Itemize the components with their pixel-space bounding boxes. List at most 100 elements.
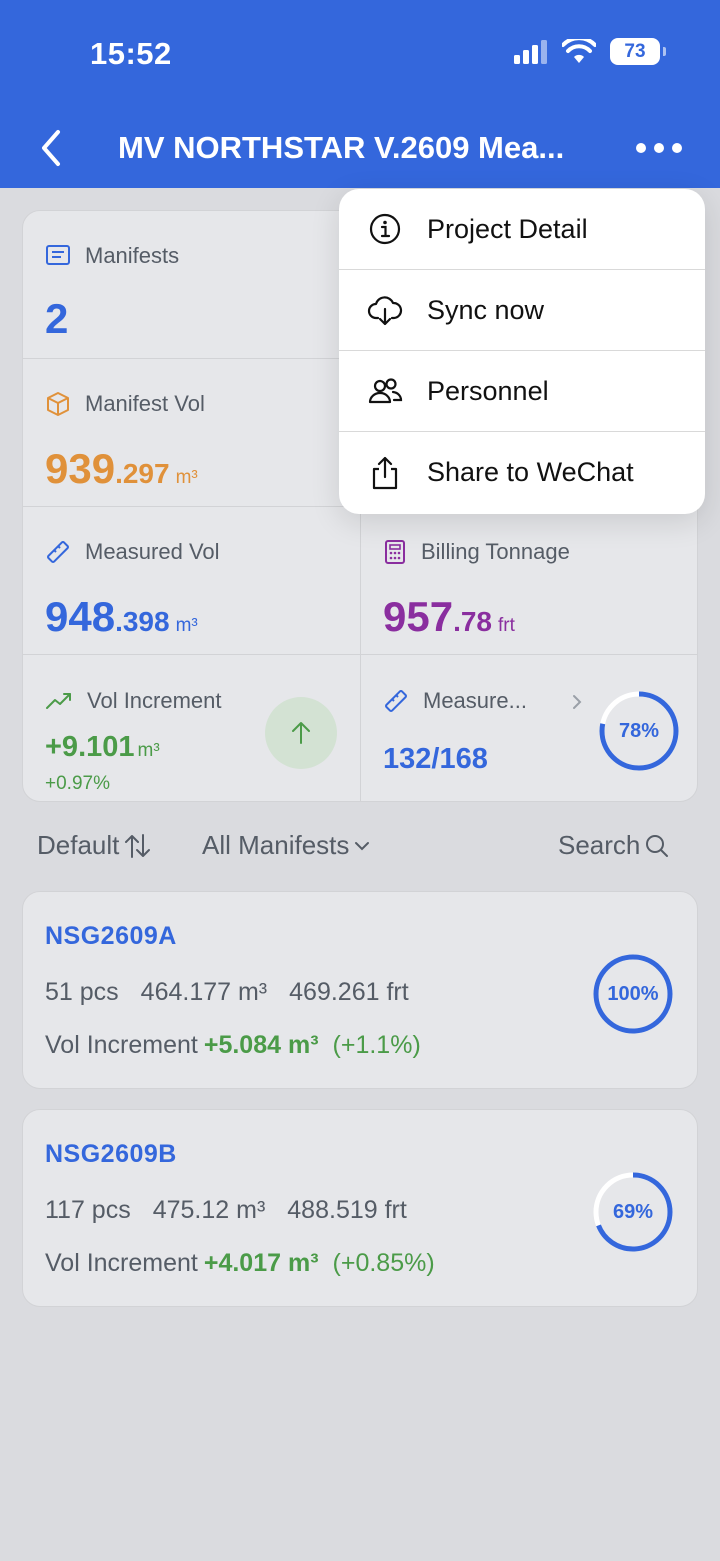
vol-increment-unit: m³ — [137, 740, 160, 761]
app-header: 15:52 73 MV NORTHSTAR V.2609 Mea... — [0, 0, 720, 188]
status-icons: 73 — [514, 38, 666, 65]
people-icon — [368, 378, 403, 404]
manifest-code: NSG2609B — [45, 1140, 177, 1168]
chevron-right-icon — [573, 695, 582, 709]
document-icon — [46, 245, 70, 265]
manifest-vol-cell: Manifest Vol 939.297 m³ — [23, 359, 361, 507]
manifest-filter-dropdown[interactable]: All Manifests — [202, 830, 371, 861]
search-icon — [646, 834, 669, 857]
manifest-vol-dec: .297 — [115, 458, 170, 489]
measure-progress-cell[interactable]: Measure... 132/168 78% — [361, 655, 697, 801]
vol-increment-number: +9.101 — [45, 731, 135, 763]
billing-tonnage-dec: .78 — [453, 606, 493, 637]
more-dot-icon — [636, 143, 646, 153]
manifest-stats: 117 pcs 475.12 m³ 488.519 frt — [45, 1196, 407, 1225]
signal-icon — [514, 39, 547, 64]
share-icon — [372, 456, 398, 489]
manifests-count-value: 2 — [45, 295, 69, 342]
manifest-frt: 488.519 frt — [287, 1196, 407, 1224]
vol-increment-cell: Vol Increment +9.101 m³ +0.97% — [23, 655, 361, 801]
manifest-progress-ring: 100% — [593, 954, 673, 1034]
manifest-vol: 475.12 m³ — [152, 1196, 266, 1224]
manifests-label: Manifests — [85, 243, 180, 268]
menu-item-personnel[interactable]: Personnel — [339, 351, 705, 432]
manifest-increment-percent: (+1.1%) — [332, 1031, 421, 1059]
manifest-increment: Vol Increment +5.084 m³ (+1.1%) — [45, 1031, 421, 1060]
more-dot-icon — [654, 143, 664, 153]
measure-progress-label-row: Measure... — [383, 688, 527, 714]
measured-vol-label: Measured Vol — [85, 539, 220, 564]
filter-bar: Default All Manifests Search — [0, 822, 720, 872]
manifest-code: NSG2609A — [45, 922, 177, 950]
sort-arrows-icon — [125, 833, 151, 858]
manifest-pcs: 117 pcs — [45, 1196, 131, 1224]
manifest-vol-unit: m³ — [175, 467, 198, 488]
menu-item-label: Share to WeChat — [427, 457, 634, 487]
arrow-up-icon — [292, 722, 310, 744]
back-button[interactable] — [36, 128, 68, 168]
chevron-down-icon — [355, 841, 370, 850]
measure-progress-count: 132/168 — [383, 743, 488, 775]
menu-item-share-wechat[interactable]: Share to WeChat — [339, 432, 705, 513]
manifest-vol-label: Manifest Vol — [85, 391, 205, 416]
ruler-icon — [47, 541, 69, 563]
billing-tonnage-unit: frt — [498, 615, 515, 636]
info-icon — [369, 213, 401, 245]
sort-label: Default — [37, 830, 120, 860]
manifests-count: 2 — [45, 295, 68, 343]
manifest-increment-value: +5.084 m³ — [203, 1031, 319, 1059]
measure-progress-percent: 78% — [618, 719, 660, 742]
search-label: Search — [558, 830, 641, 860]
measured-vol-value: 948.398 m³ — [45, 593, 198, 641]
sort-button[interactable]: Default — [37, 830, 153, 861]
manifest-increment-percent: (+0.85%) — [332, 1249, 435, 1277]
manifests-cell: Manifests 2 — [23, 211, 361, 359]
menu-item-sync-now[interactable]: Sync now — [339, 270, 705, 351]
manifest-filter-label: All Manifests — [202, 830, 350, 860]
more-options-button[interactable] — [636, 138, 686, 158]
billing-tonnage-int: 957 — [383, 593, 454, 640]
vol-increment-percent: +0.97% — [45, 773, 110, 794]
manifest-card[interactable]: NSG2609A 51 pcs 464.177 m³ 469.261 frt V… — [22, 891, 698, 1089]
manifest-progress-ring: 69% — [593, 1172, 673, 1252]
trend-up-icon — [46, 693, 71, 709]
search-button[interactable]: Search — [558, 830, 670, 861]
vol-increment-value: +9.101 m³ — [45, 731, 160, 764]
manifest-increment-label: Vol Increment — [45, 1249, 198, 1277]
billing-tonnage-cell: Billing Tonnage 957.78 frt — [361, 507, 697, 655]
ruler-icon — [385, 690, 407, 712]
manifest-vol-label-row: Manifest Vol — [45, 391, 205, 417]
manifest-increment-value: +4.017 m³ — [203, 1249, 319, 1277]
chevron-left-icon — [42, 130, 60, 166]
menu-item-project-detail[interactable]: Project Detail — [339, 189, 705, 270]
manifest-card[interactable]: NSG2609B 117 pcs 475.12 m³ 488.519 frt V… — [22, 1109, 698, 1307]
manifest-progress-percent: 69% — [612, 1200, 654, 1223]
vol-increment-label-row: Vol Increment — [45, 688, 222, 714]
manifest-stats: 51 pcs 464.177 m³ 469.261 frt — [45, 978, 409, 1007]
increase-badge — [265, 697, 337, 769]
billing-tonnage-label: Billing Tonnage — [421, 539, 570, 564]
manifest-increment: Vol Increment +4.017 m³ (+0.85%) — [45, 1249, 435, 1278]
measured-vol-cell: Measured Vol 948.398 m³ — [23, 507, 361, 655]
measured-vol-int: 948 — [45, 593, 116, 640]
page-title: MV NORTHSTAR V.2609 Mea... — [118, 130, 565, 165]
calculator-icon — [385, 540, 405, 564]
more-dot-icon — [672, 143, 682, 153]
measure-progress-label: Measure... — [423, 688, 527, 713]
manifest-increment-label: Vol Increment — [45, 1031, 198, 1059]
measured-vol-dec: .398 — [115, 606, 170, 637]
manifest-pcs: 51 pcs — [45, 978, 119, 1006]
billing-tonnage-label-row: Billing Tonnage — [383, 539, 570, 565]
measured-vol-label-row: Measured Vol — [45, 539, 220, 565]
box-icon — [47, 392, 69, 416]
more-options-menu: Project Detail Sync now Personnel Share … — [339, 189, 705, 514]
measured-vol-unit: m³ — [175, 615, 198, 636]
menu-item-label: Project Detail — [427, 213, 588, 244]
billing-tonnage-value: 957.78 frt — [383, 593, 515, 641]
vol-increment-label: Vol Increment — [87, 688, 222, 713]
manifest-frt: 469.261 frt — [289, 978, 409, 1006]
manifest-vol-value: 939.297 m³ — [45, 445, 198, 493]
manifest-vol: 464.177 m³ — [140, 978, 268, 1006]
status-time: 15:52 — [90, 36, 172, 71]
menu-item-label: Sync now — [427, 294, 545, 325]
